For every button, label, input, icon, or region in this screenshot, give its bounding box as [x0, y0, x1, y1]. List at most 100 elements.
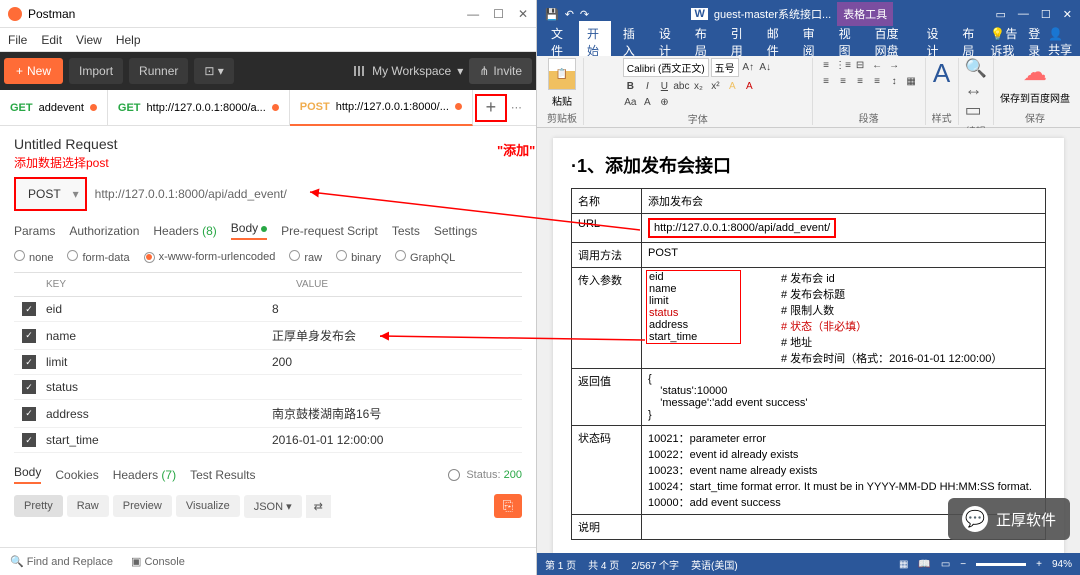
resp-body[interactable]: Body: [14, 465, 41, 484]
baidu-cloud-icon[interactable]: ☁: [1023, 58, 1047, 87]
kv-value[interactable]: 200: [272, 355, 292, 369]
tab-authorization[interactable]: Authorization: [69, 224, 139, 238]
login[interactable]: 登录: [1028, 25, 1044, 59]
tab-prerequest[interactable]: Pre-request Script: [281, 224, 378, 238]
menu-edit[interactable]: Edit: [41, 33, 62, 47]
multilevel-icon[interactable]: ⊟: [853, 58, 868, 72]
kv-key[interactable]: start_time: [46, 433, 272, 447]
minimize-icon[interactable]: —: [467, 7, 479, 21]
styles-icon[interactable]: A: [933, 58, 950, 89]
ribbon-options-icon[interactable]: ▭: [995, 8, 1005, 21]
paste-icon[interactable]: 📋: [548, 58, 576, 90]
font-name[interactable]: Calibri (西文正文): [623, 58, 709, 77]
font-color-icon[interactable]: A: [742, 79, 757, 93]
format-selector[interactable]: JSON ▾: [244, 495, 302, 518]
request-tab[interactable]: GET addevent: [0, 90, 108, 126]
kv-key[interactable]: eid: [46, 302, 272, 316]
language[interactable]: 英语(美国): [691, 557, 738, 572]
checkbox-icon[interactable]: ✓: [22, 433, 36, 447]
kv-key[interactable]: status: [46, 380, 272, 394]
kv-key[interactable]: address: [46, 407, 272, 421]
bullets-icon[interactable]: ≡: [819, 58, 834, 72]
runner-button[interactable]: Runner: [129, 58, 188, 84]
wrap-button[interactable]: ⇄: [306, 495, 331, 518]
kv-value[interactable]: 8: [272, 302, 279, 316]
shrink-font-icon[interactable]: A↓: [758, 61, 773, 75]
underline-icon[interactable]: U: [657, 79, 672, 93]
resp-headers[interactable]: Headers (7): [113, 468, 176, 482]
request-tab[interactable]: POST http://127.0.0.1:8000/...: [290, 90, 473, 126]
menu-file[interactable]: File: [8, 33, 27, 47]
align-right-icon[interactable]: ≡: [853, 74, 868, 88]
tab-headers[interactable]: Headers (8): [153, 224, 216, 238]
kv-row[interactable]: ✓ name正厚单身发布会: [14, 322, 522, 350]
maximize-icon[interactable]: ☐: [1041, 8, 1051, 21]
numbering-icon[interactable]: ⋮≡: [836, 58, 851, 72]
radio-raw[interactable]: raw: [289, 250, 322, 264]
zoom-in[interactable]: +: [1036, 559, 1042, 570]
font-size[interactable]: 五号: [711, 58, 739, 77]
request-tab[interactable]: GET http://127.0.0.1:8000/a...: [108, 90, 290, 126]
word-count[interactable]: 2/567 个字: [631, 557, 679, 572]
kv-key[interactable]: name: [46, 329, 272, 343]
undo-icon[interactable]: ↶: [565, 8, 574, 21]
open-button[interactable]: ⊡ ▾: [194, 58, 233, 84]
justify-icon[interactable]: ≡: [870, 74, 885, 88]
find-replace[interactable]: 🔍 Find and Replace: [10, 555, 113, 568]
kv-row[interactable]: ✓ start_time2016-01-01 12:00:00: [14, 428, 522, 453]
tab-body[interactable]: Body: [231, 221, 267, 240]
view-print-icon[interactable]: ▦: [899, 559, 908, 570]
workspace-selector[interactable]: My Workspace: [372, 64, 451, 78]
close-icon[interactable]: ✕: [518, 7, 528, 21]
kv-row[interactable]: ✓ status: [14, 375, 522, 400]
view-visualize[interactable]: Visualize: [176, 495, 240, 517]
invite-button[interactable]: ⋔Invite: [469, 58, 532, 84]
request-title[interactable]: Untitled Request: [14, 136, 522, 152]
sub-icon[interactable]: x₂: [691, 79, 706, 93]
checkbox-icon[interactable]: ✓: [22, 407, 36, 421]
select-icon[interactable]: ▭: [965, 100, 987, 121]
zoom-level[interactable]: 94%: [1052, 559, 1072, 570]
add-tab-button[interactable]: +: [475, 94, 507, 122]
menu-help[interactable]: Help: [116, 33, 141, 47]
strike-icon[interactable]: abc: [674, 79, 689, 93]
radio-none[interactable]: none: [14, 250, 53, 264]
italic-icon[interactable]: I: [640, 79, 655, 93]
new-button[interactable]: +New: [4, 58, 63, 84]
kv-row[interactable]: ✓ eid8: [14, 297, 522, 322]
zoom-slider[interactable]: [976, 563, 1026, 566]
close-icon[interactable]: ✕: [1063, 8, 1072, 21]
console[interactable]: ▣ Console: [131, 555, 185, 568]
radio-graphql[interactable]: GraphQL: [395, 250, 455, 264]
kv-value[interactable]: 正厚单身发布会: [272, 327, 356, 344]
word-document[interactable]: ·1、添加发布会接口 名称添加发布会 URLhttp://127.0.0.1:8…: [537, 128, 1080, 553]
grow-font-icon[interactable]: A↑: [741, 61, 756, 75]
tab-params[interactable]: Params: [14, 224, 55, 238]
view-raw[interactable]: Raw: [67, 495, 109, 517]
save-icon[interactable]: 💾: [545, 8, 559, 21]
view-pretty[interactable]: Pretty: [14, 495, 63, 517]
kv-key[interactable]: limit: [46, 355, 272, 369]
page-num[interactable]: 第 1 页: [545, 557, 576, 572]
import-button[interactable]: Import: [69, 58, 123, 84]
radio-urlencoded[interactable]: x-www-form-urlencoded: [144, 251, 276, 263]
view-preview[interactable]: Preview: [113, 495, 172, 517]
checkbox-icon[interactable]: ✓: [22, 355, 36, 369]
radio-formdata[interactable]: form-data: [67, 250, 129, 264]
checkbox-icon[interactable]: ✓: [22, 302, 36, 316]
checkbox-icon[interactable]: ✓: [22, 329, 36, 343]
kv-row[interactable]: ✓ limit200: [14, 350, 522, 375]
zoom-out[interactable]: −: [960, 559, 966, 570]
sup-icon[interactable]: x²: [708, 79, 723, 93]
share[interactable]: 👤共享: [1048, 27, 1074, 58]
method-selector[interactable]: POST: [14, 177, 87, 211]
checkbox-icon[interactable]: ✓: [22, 380, 36, 394]
redo-icon[interactable]: ↷: [580, 8, 589, 21]
resp-cookies[interactable]: Cookies: [55, 468, 98, 482]
kv-value[interactable]: 2016-01-01 12:00:00: [272, 433, 383, 447]
replace-icon[interactable]: ↔: [965, 79, 987, 100]
view-read-icon[interactable]: 📖: [918, 559, 930, 570]
maximize-icon[interactable]: ☐: [493, 7, 504, 21]
resp-tests[interactable]: Test Results: [190, 468, 255, 482]
tab-overflow-icon[interactable]: ⋯: [511, 101, 522, 114]
